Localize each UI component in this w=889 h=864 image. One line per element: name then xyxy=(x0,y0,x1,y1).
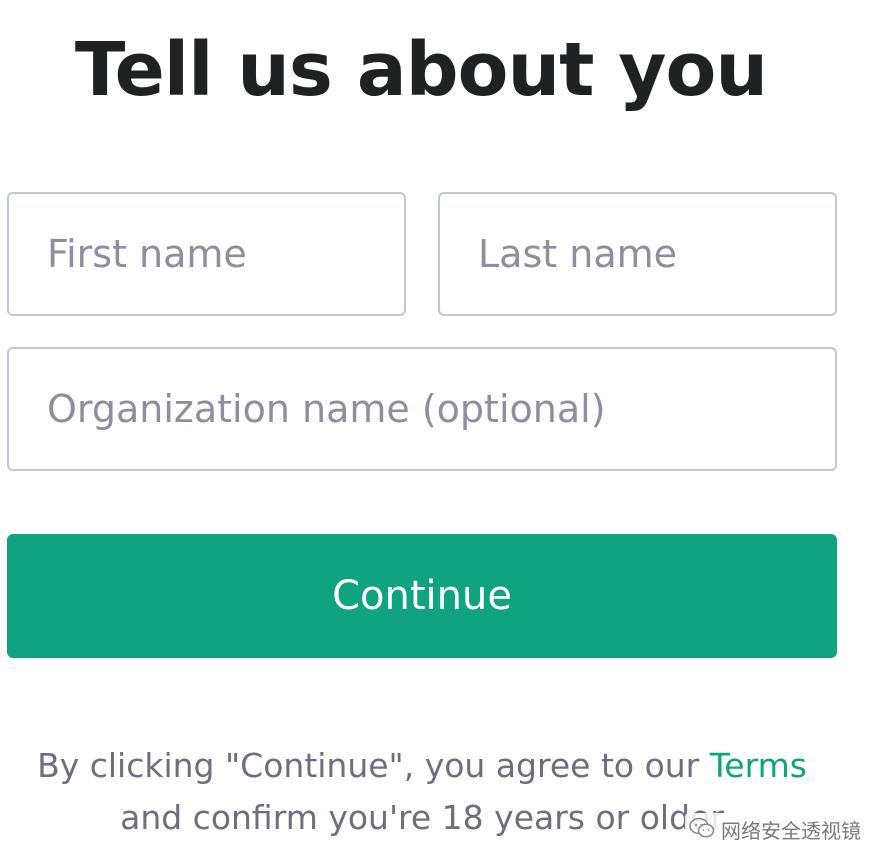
organization-name-input[interactable] xyxy=(7,347,837,471)
page-title: Tell us about you xyxy=(74,27,768,113)
first-name-input[interactable] xyxy=(7,192,406,316)
legal-notice-suffix: and confirm you're 18 years or older xyxy=(120,798,724,837)
continue-button[interactable]: Continue xyxy=(7,534,837,658)
legal-notice-prefix: By clicking "Continue", you agree to our xyxy=(37,746,710,785)
last-name-input[interactable] xyxy=(438,192,837,316)
watermark: 网络安全透视镜 xyxy=(685,813,867,846)
terms-link[interactable]: Terms xyxy=(710,746,807,785)
watermark-text: 网络安全透视镜 xyxy=(721,819,861,843)
wechat-icon xyxy=(689,817,715,843)
